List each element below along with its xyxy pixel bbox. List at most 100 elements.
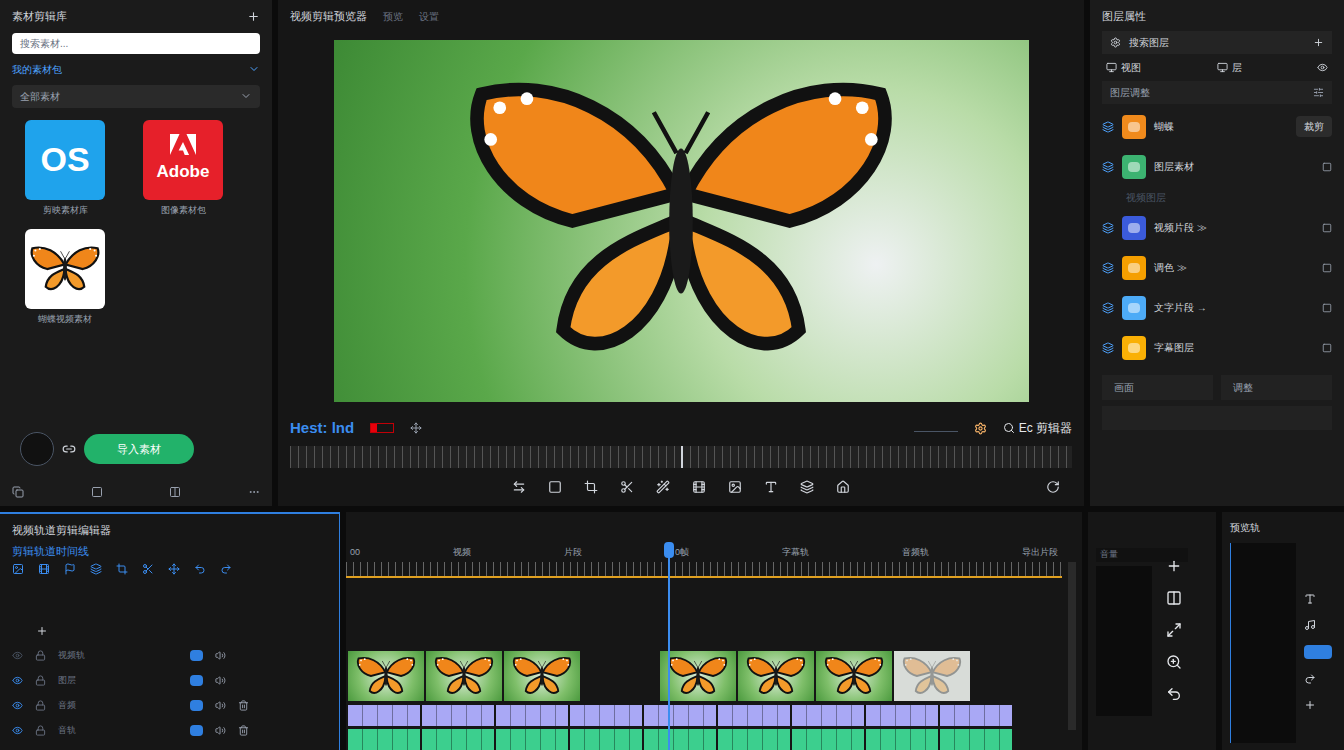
timeline-tool-icon[interactable]: [142, 563, 154, 575]
volume-icon[interactable]: [215, 650, 226, 661]
timeline-tool-icon[interactable]: [90, 563, 102, 575]
timeline-tool-icon[interactable]: [220, 563, 232, 575]
layer-row[interactable]: 字幕图层: [1102, 331, 1332, 365]
video-clip[interactable]: [738, 651, 814, 701]
audio-segment[interactable]: [792, 729, 864, 750]
layer-footer-button[interactable]: 画面: [1102, 375, 1213, 400]
tool-icon[interactable]: [548, 480, 562, 494]
volume-icon[interactable]: [215, 675, 226, 686]
preview-tab[interactable]: 预览: [383, 9, 403, 24]
layer-row[interactable]: 图层素材: [1102, 150, 1332, 184]
tool-icon[interactable]: [836, 480, 850, 494]
filter-dropdown[interactable]: 全部素材: [12, 85, 260, 108]
eye-icon[interactable]: [12, 700, 23, 711]
toggle-icon[interactable]: [1304, 645, 1332, 659]
track-header[interactable]: 音频: [12, 693, 327, 718]
columns-icon[interactable]: [169, 486, 181, 498]
audio-segment[interactable]: [496, 729, 568, 750]
audio-segment[interactable]: [496, 705, 568, 726]
track-toggle-icon[interactable]: [190, 650, 203, 661]
eye-icon[interactable]: [1317, 62, 1328, 73]
eye-icon[interactable]: [12, 725, 23, 736]
tool-icon[interactable]: [728, 480, 742, 494]
layer-badge[interactable]: 裁剪: [1296, 116, 1332, 137]
music-icon[interactable]: [1304, 619, 1316, 631]
layer-row[interactable]: 蝴蝶裁剪: [1102, 110, 1332, 144]
lock-icon[interactable]: [35, 650, 46, 661]
time-ruler[interactable]: [346, 562, 1062, 578]
zoom-field[interactable]: [914, 424, 958, 432]
add-icon[interactable]: [1304, 699, 1316, 711]
lock-icon[interactable]: [35, 700, 46, 711]
tool-icon[interactable]: [620, 480, 634, 494]
timeline-playhead[interactable]: [668, 542, 670, 750]
move-icon[interactable]: [410, 422, 422, 434]
eye-icon[interactable]: [12, 650, 23, 661]
asset-item[interactable]: OS剪映素材库: [20, 120, 110, 218]
video-clip[interactable]: [660, 651, 736, 701]
folder-icon[interactable]: [91, 486, 103, 498]
tool-icon[interactable]: [692, 480, 706, 494]
scrub-ruler[interactable]: [290, 446, 1072, 468]
volume-icon[interactable]: [215, 725, 226, 736]
audio-segment[interactable]: [570, 729, 642, 750]
tool-icon[interactable]: [584, 480, 598, 494]
redo-icon[interactable]: [1304, 673, 1316, 685]
meter-tool-icon[interactable]: [1166, 558, 1182, 574]
layer-checkbox-icon[interactable]: [1322, 303, 1332, 313]
add-icon[interactable]: [1313, 37, 1324, 48]
layer-checkbox-icon[interactable]: [1322, 223, 1332, 233]
audio-segment[interactable]: [940, 729, 1012, 750]
playhead-handle[interactable]: [664, 542, 674, 558]
color-circle[interactable]: [20, 432, 54, 466]
timeline-scrollbar[interactable]: [1068, 562, 1076, 730]
track-header[interactable]: 视频轨: [12, 643, 327, 668]
preview-tab[interactable]: 设置: [419, 9, 439, 24]
audio-segment[interactable]: [866, 729, 938, 750]
meter-tool-icon[interactable]: [1166, 686, 1182, 702]
view-toggle[interactable]: 层: [1217, 60, 1242, 75]
trash-icon[interactable]: [238, 700, 249, 711]
audio-segment[interactable]: [718, 729, 790, 750]
audio-segment[interactable]: [792, 705, 864, 726]
layer-row[interactable]: 视频片段 ≫: [1102, 211, 1332, 245]
audio-segment[interactable]: [866, 705, 938, 726]
lock-icon[interactable]: [35, 675, 46, 686]
layer-checkbox-icon[interactable]: [1322, 263, 1332, 273]
audio-segment[interactable]: [644, 705, 716, 726]
more-icon[interactable]: [248, 486, 260, 498]
track-header[interactable]: 音轨: [12, 718, 327, 743]
audio-segment[interactable]: [422, 729, 494, 750]
track-header[interactable]: 图层: [12, 668, 327, 693]
layer-footer-button[interactable]: 调整: [1221, 375, 1332, 400]
meter-tool-icon[interactable]: [1166, 590, 1182, 606]
view-toggle[interactable]: 视图: [1106, 60, 1141, 75]
layer-section[interactable]: 图层调整: [1102, 81, 1332, 104]
layer-search[interactable]: 搜索图层: [1102, 31, 1332, 54]
layer-checkbox-icon[interactable]: [1322, 343, 1332, 353]
tool-icon[interactable]: [764, 480, 778, 494]
timeline-tool-icon[interactable]: [194, 563, 206, 575]
add-icon[interactable]: [247, 10, 260, 23]
video-clip[interactable]: [348, 651, 424, 701]
audio-segment[interactable]: [718, 705, 790, 726]
tool-icon[interactable]: [512, 480, 526, 494]
layer-checkbox-icon[interactable]: [1322, 162, 1332, 172]
video-clip[interactable]: [816, 651, 892, 701]
layer-row[interactable]: 调色 ≫: [1102, 251, 1332, 285]
audio-segment[interactable]: [348, 729, 420, 750]
record-marker[interactable]: [370, 423, 394, 433]
import-button[interactable]: 导入素材: [84, 434, 194, 465]
eye-icon[interactable]: [12, 675, 23, 686]
audio-segment[interactable]: [570, 705, 642, 726]
asset-item[interactable]: Adobe图像素材包: [138, 120, 228, 218]
audio-segment[interactable]: [940, 705, 1012, 726]
asset-item[interactable]: 蝴蝶视频素材: [20, 229, 110, 327]
timeline-tool-icon[interactable]: [12, 563, 24, 575]
audio-segment[interactable]: [348, 705, 420, 726]
meter-tool-icon[interactable]: [1166, 622, 1182, 638]
audio-segment[interactable]: [644, 729, 716, 750]
copy-icon[interactable]: [12, 486, 24, 498]
audio-segment[interactable]: [422, 705, 494, 726]
text-icon[interactable]: [1304, 593, 1316, 605]
